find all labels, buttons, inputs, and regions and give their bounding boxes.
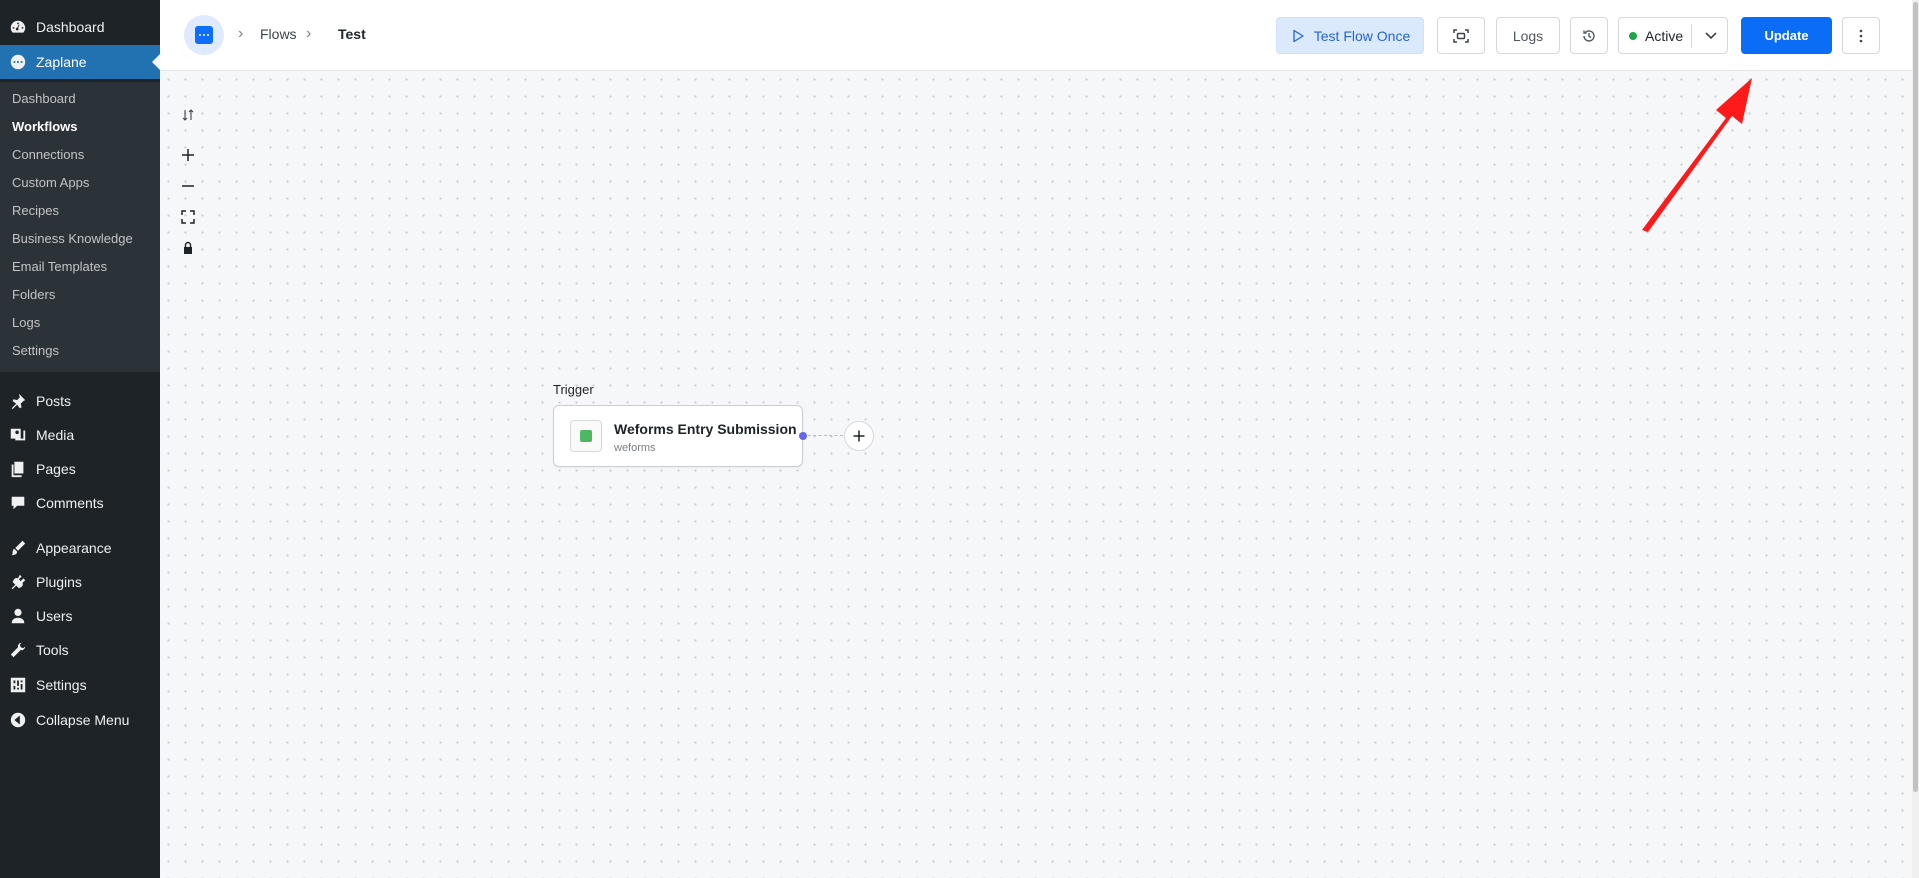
fit-view-button[interactable]: [178, 207, 198, 227]
sidebar-item-collapse-menu[interactable]: Collapse Menu: [0, 703, 160, 737]
submenu-item-custom-apps[interactable]: Custom Apps: [12, 175, 89, 190]
sidebar-item-label: Appearance: [36, 540, 112, 556]
collapse-icon: [0, 711, 36, 729]
chevron-down-icon[interactable]: [1701, 25, 1721, 45]
more-options-button[interactable]: [1842, 17, 1880, 54]
sidebar-item-label: Tools: [36, 642, 69, 658]
sidebar-item-label: Comments: [36, 495, 104, 511]
sidebar-item-posts[interactable]: Posts: [0, 384, 160, 418]
plus-icon: [182, 149, 194, 161]
submenu-item-connections[interactable]: Connections: [12, 147, 84, 162]
sidebar-item-label: Zaplane: [36, 54, 87, 70]
node-subtitle: weforms: [614, 442, 656, 454]
lock-icon: [184, 241, 192, 254]
breadcrumb-current: Test: [338, 26, 366, 42]
submenu-item-recipes[interactable]: Recipes: [12, 203, 59, 218]
sidebar-item-appearance[interactable]: Appearance: [0, 531, 160, 565]
history-icon: [1583, 29, 1595, 42]
sidebar-item-label: Plugins: [36, 574, 82, 590]
zaplane-icon: [0, 53, 36, 71]
zaplane-logo-icon[interactable]: [184, 15, 224, 55]
sidebar-item-comments[interactable]: Comments: [0, 486, 160, 520]
test-flow-button[interactable]: Test Flow Once: [1276, 17, 1424, 54]
sidebar-item-label: Settings: [36, 677, 87, 693]
sidebar-item-label: Media: [36, 427, 75, 443]
zaplane-submenu: Dashboard Workflows Connections Custom A…: [0, 82, 160, 372]
submenu-item-settings[interactable]: Settings: [12, 343, 59, 358]
plugin-icon: [0, 573, 36, 591]
user-icon: [0, 607, 36, 625]
submenu-item-workflows[interactable]: Workflows: [12, 119, 78, 134]
kebab-menu-icon: [1859, 29, 1863, 42]
screen-capture-icon: [1453, 28, 1469, 43]
plus-icon: [853, 430, 865, 442]
pages-icon: [0, 460, 36, 478]
submenu-item-logs[interactable]: Logs: [12, 315, 40, 330]
add-step-button[interactable]: [844, 421, 874, 451]
test-flow-label: Test Flow Once: [1313, 27, 1411, 44]
sidebar-item-label: Collapse Menu: [36, 712, 130, 728]
play-icon: [1293, 29, 1304, 42]
sidebar-item-users[interactable]: Users: [0, 599, 160, 633]
sidebar-item-plugins[interactable]: Plugins: [0, 565, 160, 599]
comment-icon: [0, 494, 36, 512]
status-dropdown[interactable]: Active: [1618, 17, 1728, 54]
sidebar-item-settings[interactable]: Settings: [0, 668, 160, 702]
screenshot-button[interactable]: [1437, 17, 1485, 54]
annotation-arrow-icon: [1642, 78, 1752, 232]
chevron-right-icon: ›: [238, 25, 244, 42]
sidebar-item-label: Users: [36, 608, 73, 624]
trigger-label: Trigger: [553, 382, 594, 397]
scrollbar-thumb[interactable]: [1913, 2, 1918, 792]
media-icon: [0, 426, 36, 444]
pin-icon: [0, 392, 36, 410]
sidebar-item-label: Pages: [36, 461, 76, 477]
submenu-item-folders[interactable]: Folders: [12, 287, 55, 302]
sort-toggle-button[interactable]: [178, 105, 198, 125]
trigger-node[interactable]: Weforms Entry Submission weforms: [553, 405, 803, 467]
sidebar-item-pages[interactable]: Pages: [0, 452, 160, 486]
wrench-icon: [0, 641, 36, 659]
sidebar-item-label: Posts: [36, 393, 72, 409]
sidebar-item-label: Dashboard: [36, 19, 105, 35]
swap-vertical-icon: [182, 109, 194, 121]
chevron-right-icon: ›: [306, 25, 312, 42]
history-button[interactable]: [1570, 17, 1608, 54]
update-button[interactable]: Update: [1741, 17, 1832, 54]
submenu-item-business-knowledge[interactable]: Business Knowledge: [12, 231, 133, 246]
fullscreen-icon: [181, 210, 195, 224]
sidebar-item-tools[interactable]: Tools: [0, 633, 160, 667]
divider: [1691, 24, 1692, 48]
sidebar-item-media[interactable]: Media: [0, 418, 160, 452]
sidebar-item-zaplane[interactable]: Zaplane: [0, 45, 160, 79]
submenu-item-email-templates[interactable]: Email Templates: [12, 259, 107, 274]
vertical-scrollbar[interactable]: [1912, 0, 1919, 878]
sidebar-item-dashboard[interactable]: Dashboard: [0, 10, 160, 44]
node-output-handle[interactable]: [799, 432, 807, 440]
zoom-out-button[interactable]: [178, 176, 198, 196]
brush-icon: [0, 539, 36, 557]
zoom-in-button[interactable]: [178, 145, 198, 165]
lock-canvas-button[interactable]: [178, 238, 198, 258]
breadcrumb-flows[interactable]: Flows: [260, 26, 297, 42]
node-title: Weforms Entry Submission: [614, 421, 797, 437]
status-dot-icon: [1629, 31, 1637, 40]
submenu-item-dashboard[interactable]: Dashboard: [12, 91, 76, 106]
weforms-icon: [570, 420, 602, 452]
dashboard-icon: [0, 18, 36, 36]
status-label: Active: [1645, 27, 1684, 44]
settings-icon: [0, 676, 36, 694]
admin-sidebar: Dashboard Zaplane Dashboard Workflows Co…: [0, 0, 160, 878]
connector-line: [808, 435, 848, 436]
logs-button[interactable]: Logs: [1496, 17, 1560, 54]
minus-icon: [182, 185, 194, 187]
